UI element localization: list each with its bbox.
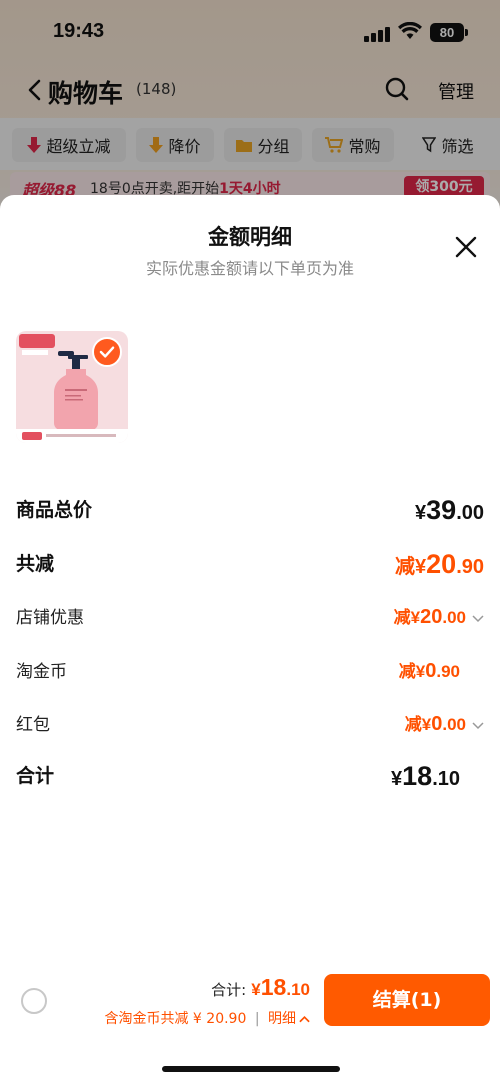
bottom-total: 合计: ¥18.10 (211, 974, 310, 1001)
chevron-down-icon[interactable] (472, 722, 484, 730)
row-value: 减¥0.90 (398, 660, 460, 682)
row-value: 减¥0.00 (405, 710, 484, 736)
row-red-packet[interactable]: 红包 减¥0.00 (16, 710, 484, 740)
row-label: 共减 (16, 553, 55, 575)
chevron-up-icon (299, 1015, 310, 1023)
product-thumb-footer (16, 429, 128, 443)
detail-link[interactable]: 明细 (268, 1011, 310, 1027)
row-value: ¥18.10 (391, 761, 460, 791)
checkout-button[interactable]: 结算(1) (324, 974, 490, 1026)
row-label: 红包 (16, 715, 50, 735)
amount-detail-sheet: 金额明细 实际优惠金额请以下单页为准 商品总价 ¥39.00 共减 减¥20.9… (0, 195, 500, 1082)
separator: | (254, 1011, 260, 1027)
total-value: ¥18.10 (251, 974, 310, 1000)
row-value: 减¥20.90 (395, 549, 484, 579)
row-sum: 合计 ¥18.10 (16, 761, 484, 791)
checkout-bar: 合计: ¥18.10 含淘金币共减 ¥ 20.90 | 明细 结算(1) (0, 960, 500, 1044)
sheet-subtitle: 实际优惠金额请以下单页为准 (145, 259, 354, 278)
row-label: 店铺优惠 (16, 608, 84, 628)
home-indicator (162, 1066, 340, 1072)
row-label: 合计 (16, 765, 55, 787)
row-value: 减¥20.00 (394, 603, 484, 629)
discount-summary: 含淘金币共减 ¥ 20.90 | 明细 (104, 1008, 310, 1028)
row-taojinbi: 淘金币 减¥0.90 (16, 657, 484, 687)
product-tag (19, 334, 55, 348)
row-label: 商品总价 (16, 499, 93, 521)
row-store-discount[interactable]: 店铺优惠 减¥20.00 (16, 603, 484, 633)
row-value: ¥39.00 (415, 495, 484, 525)
close-icon[interactable] (454, 235, 478, 259)
select-all-checkbox[interactable] (21, 988, 47, 1014)
row-total-discount: 共减 减¥20.90 (16, 549, 484, 579)
discount-text: 含淘金币共减 ¥ 20.90 (104, 1011, 247, 1027)
chevron-down-icon[interactable] (472, 615, 484, 623)
sheet-title: 金额明细 (208, 225, 292, 249)
row-label: 淘金币 (16, 662, 67, 682)
row-total-price: 商品总价 ¥39.00 (16, 495, 484, 525)
selected-check-icon[interactable] (92, 337, 122, 367)
total-label: 合计: (211, 981, 247, 999)
